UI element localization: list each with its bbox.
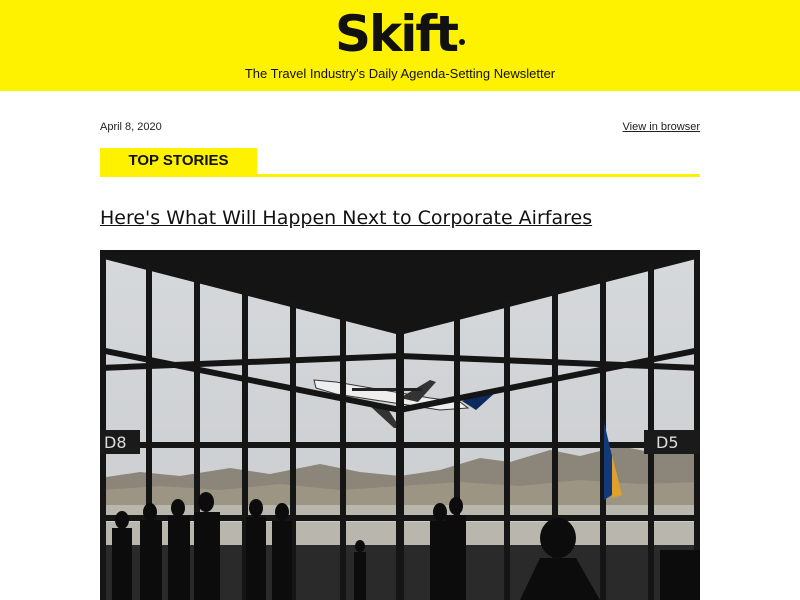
newsletter-meta: April 8, 2020 View in browser <box>100 121 700 137</box>
story-headline-link[interactable]: Here's What Will Happen Next to Corporat… <box>100 207 592 229</box>
logo-dot <box>459 39 466 45</box>
terminal-photo: D8 D5 <box>100 250 700 600</box>
logo-text: Skift <box>334 5 459 63</box>
header-tagline: The Travel Industry's Daily Agenda-Setti… <box>244 66 556 81</box>
section-label-top-stories: TOP STORIES <box>100 148 257 174</box>
view-in-browser-link[interactable]: View in browser <box>623 121 700 133</box>
skift-logo[interactable]: Skift <box>0 6 800 62</box>
section-divider: TOP STORIES <box>100 148 700 177</box>
story-hero-image[interactable]: D8 D5 <box>100 250 700 600</box>
newsletter-header: Skift The Travel Industry's Daily Agenda… <box>0 0 800 91</box>
issue-date: April 8, 2020 <box>100 121 162 133</box>
gate-sign-left: D8 <box>104 433 127 452</box>
gate-sign-right: D5 <box>656 433 679 452</box>
